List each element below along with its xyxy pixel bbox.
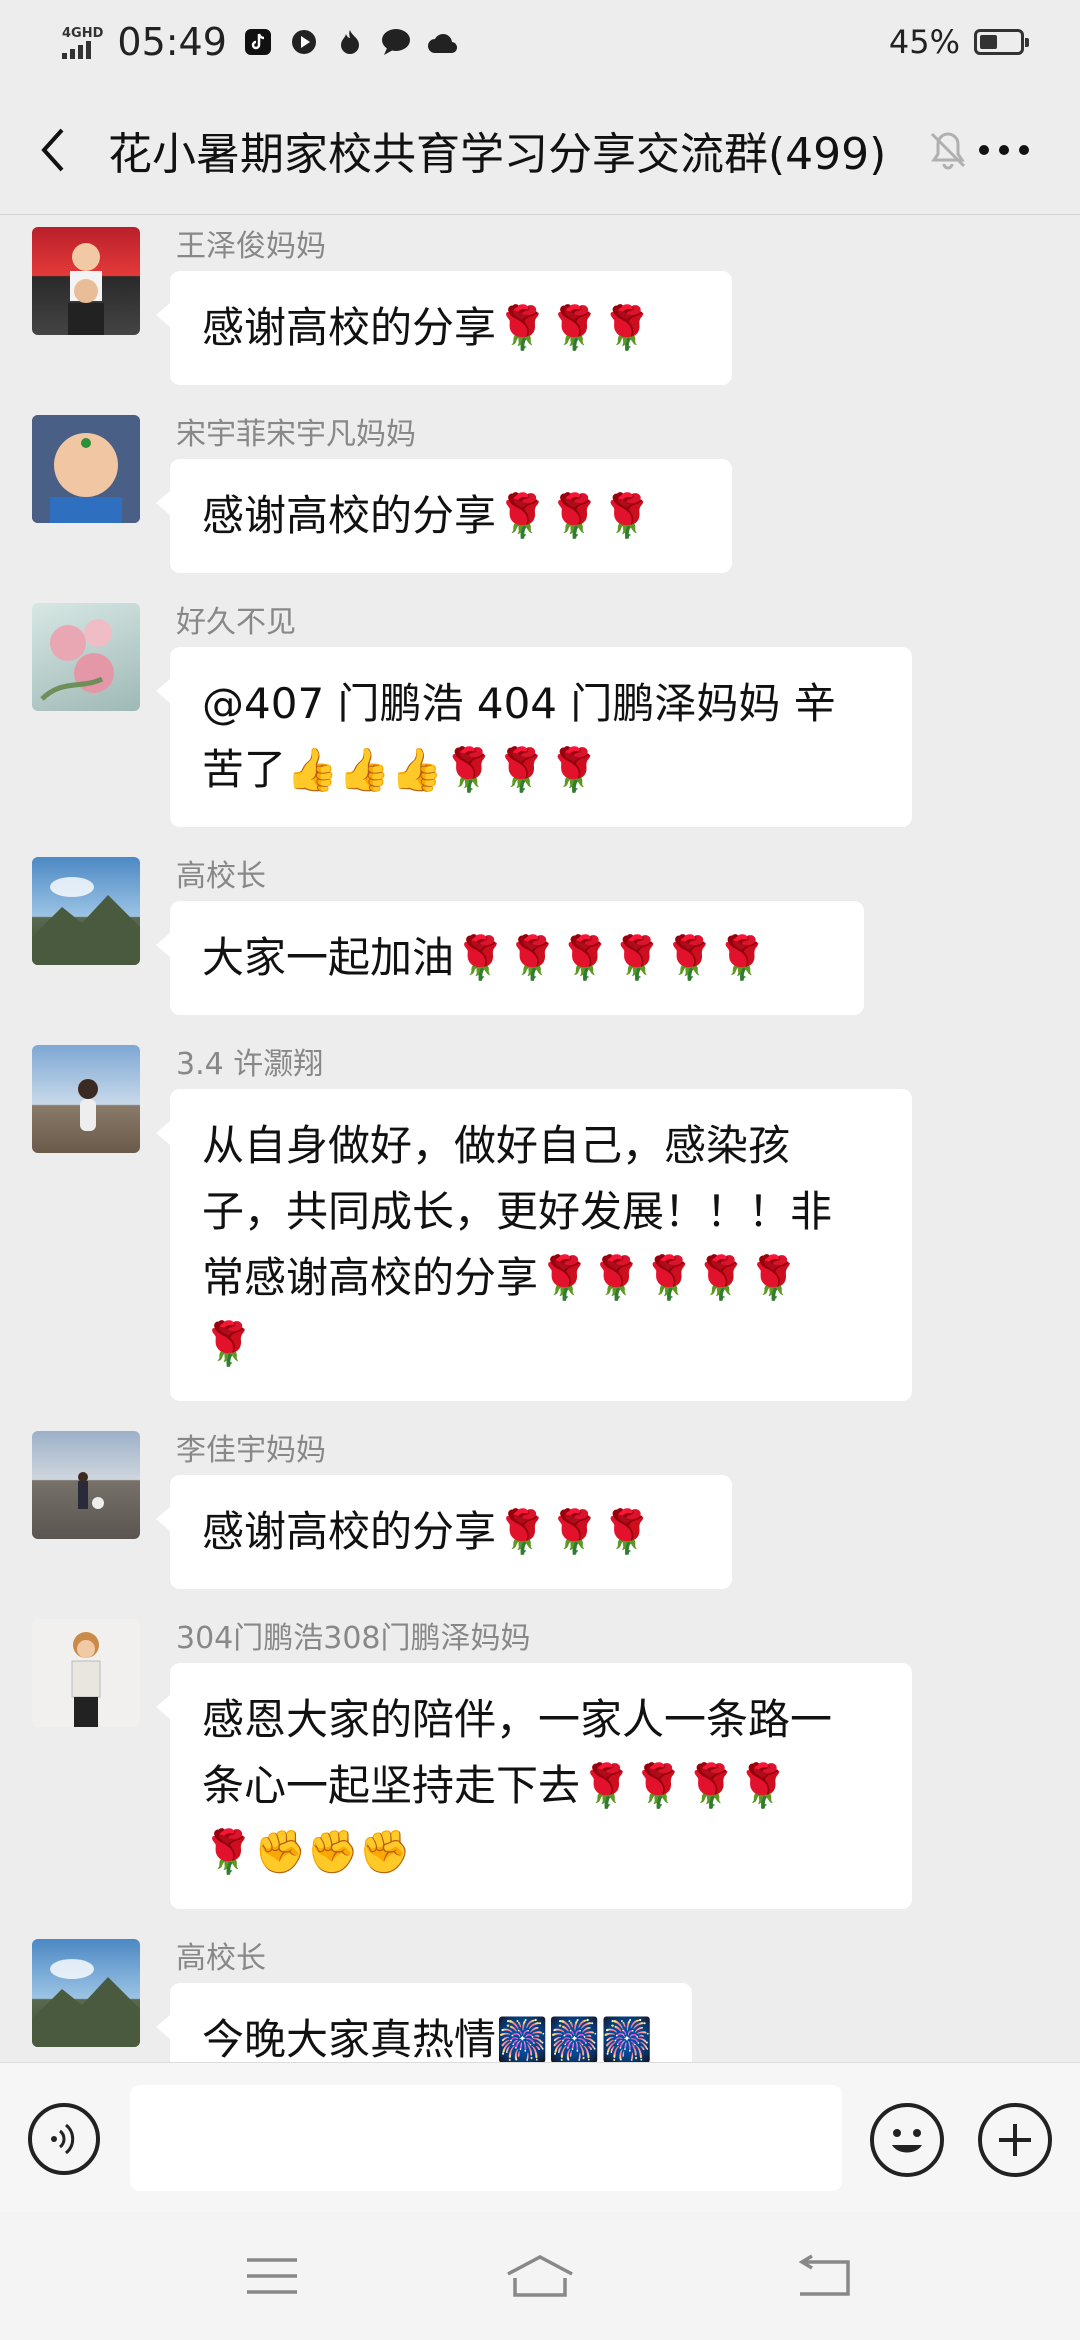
network-type: 4GHD xyxy=(62,25,104,41)
network-indicator: 4GHD xyxy=(62,26,103,59)
sender-name: 李佳宇妈妈 xyxy=(176,1433,326,1468)
message-text: 感谢高校的分享🌹🌹🌹 xyxy=(202,491,653,540)
back-nav-button[interactable] xyxy=(784,2246,864,2306)
back-icon xyxy=(798,2254,850,2296)
battery-percentage: 45% xyxy=(888,23,960,61)
recent-apps-button[interactable] xyxy=(232,2246,312,2306)
system-nav-bar xyxy=(0,2212,1080,2340)
avatar[interactable] xyxy=(32,1619,140,1727)
signal-icon xyxy=(62,40,103,59)
back-button[interactable] xyxy=(28,120,78,180)
clock: 05:49 xyxy=(117,20,227,64)
status-bar: 4GHD 05:49 45% xyxy=(0,0,1080,84)
voice-icon xyxy=(51,2123,75,2155)
more-button[interactable] xyxy=(972,120,1036,180)
play-icon xyxy=(289,27,319,57)
avatar[interactable] xyxy=(32,1939,140,2047)
message-text: 感谢高校的分享🌹🌹🌹 xyxy=(202,303,653,352)
message-text: 🌹✊✊✊ xyxy=(202,1827,412,1876)
cloud-icon xyxy=(427,27,457,57)
bell-off-icon xyxy=(926,128,970,172)
battery-icon xyxy=(974,29,1029,55)
avatar[interactable] xyxy=(32,415,140,523)
avatar[interactable] xyxy=(32,227,140,335)
message-text: 今晚大家真热情🎆🎆🎆 xyxy=(202,2015,653,2062)
avatar[interactable] xyxy=(32,1045,140,1153)
plus-icon xyxy=(999,2124,1031,2156)
message-text: 🌹 xyxy=(202,1319,255,1368)
sender-name: 王泽俊妈妈 xyxy=(176,229,326,264)
tiktok-icon xyxy=(243,27,273,57)
avatar[interactable] xyxy=(32,1431,140,1539)
message-bubble[interactable]: 从自身做好，做好自己，感染孩 子，共同成长，更好发展！！！非 常感谢高校的分享🌹… xyxy=(156,1089,912,1401)
emoji-button[interactable] xyxy=(870,2103,944,2177)
message-text: 大家一起加油🌹🌹🌹🌹🌹🌹 xyxy=(202,933,768,982)
chat-message-list[interactable]: 王泽俊妈妈 感谢高校的分享🌹🌹🌹 宋宇菲宋宇凡妈妈 感谢高校的分享🌹🌹🌹 好久不… xyxy=(0,215,1080,2062)
message-text: 感谢高校的分享🌹🌹🌹 xyxy=(202,1507,653,1556)
sender-name: 3.4 许灏翔 xyxy=(176,1047,324,1082)
sender-name: 好久不见 xyxy=(176,605,296,640)
message-bubble[interactable]: @407 门鹏浩 404 门鹏泽妈妈 辛 苦了👍👍👍🌹🌹🌹 xyxy=(156,647,912,827)
flame-icon xyxy=(335,27,365,57)
battery-fill xyxy=(980,35,997,49)
sender-name: 高校长 xyxy=(176,859,266,894)
sender-name: 304门鹏浩308门鹏泽妈妈 xyxy=(176,1621,531,1656)
message-bubble[interactable]: 感谢高校的分享🌹🌹🌹 xyxy=(156,459,732,573)
message-bubble[interactable]: 感谢高校的分享🌹🌹🌹 xyxy=(156,1475,732,1589)
message-text: 从自身做好，做好自己，感染孩 xyxy=(202,1121,791,1170)
avatar[interactable] xyxy=(32,857,140,965)
voice-button[interactable] xyxy=(28,2103,100,2175)
message-text: @407 门鹏浩 404 门鹏泽妈妈 辛 xyxy=(202,679,836,728)
message-text: 苦了👍👍👍🌹🌹🌹 xyxy=(202,745,600,794)
chat-title: 花小暑期家校共育学习分享交流群(499) xyxy=(108,129,887,180)
message-bubble[interactable]: 大家一起加油🌹🌹🌹🌹🌹🌹 xyxy=(156,901,864,1015)
message-text: 条心一起坚持走下去🌹🌹🌹🌹 xyxy=(202,1761,790,1810)
input-bar xyxy=(0,2062,1080,2213)
more-dots-icon xyxy=(979,145,1029,155)
sender-name: 高校长 xyxy=(176,1941,266,1976)
message-bubble[interactable]: 感谢高校的分享🌹🌹🌹 xyxy=(156,271,732,385)
message-text: 感恩大家的陪伴，一家人一条路一 xyxy=(202,1695,833,1744)
sender-name: 宋宇菲宋宇凡妈妈 xyxy=(176,417,416,452)
chevron-left-icon xyxy=(41,128,64,172)
chat-bubble-icon xyxy=(381,27,411,57)
home-icon xyxy=(507,2255,573,2297)
message-bubble[interactable]: 今晚大家真热情🎆🎆🎆 xyxy=(156,1983,692,2062)
message-text: 常感谢高校的分享🌹🌹🌹🌹🌹 xyxy=(202,1253,800,1302)
message-text: 子，共同成长，更好发展！！！非 xyxy=(202,1187,833,1236)
plus-button[interactable] xyxy=(978,2103,1052,2177)
message-bubble[interactable]: 感恩大家的陪伴，一家人一条路一 条心一起坚持走下去🌹🌹🌹🌹 🌹✊✊✊ xyxy=(156,1663,912,1909)
smiley-icon xyxy=(892,2129,922,2153)
avatar[interactable] xyxy=(32,603,140,711)
message-input[interactable] xyxy=(130,2085,842,2191)
chat-header: 花小暑期家校共育学习分享交流群(499) xyxy=(0,84,1080,215)
menu-icon xyxy=(247,2258,297,2294)
home-button[interactable] xyxy=(500,2246,580,2306)
